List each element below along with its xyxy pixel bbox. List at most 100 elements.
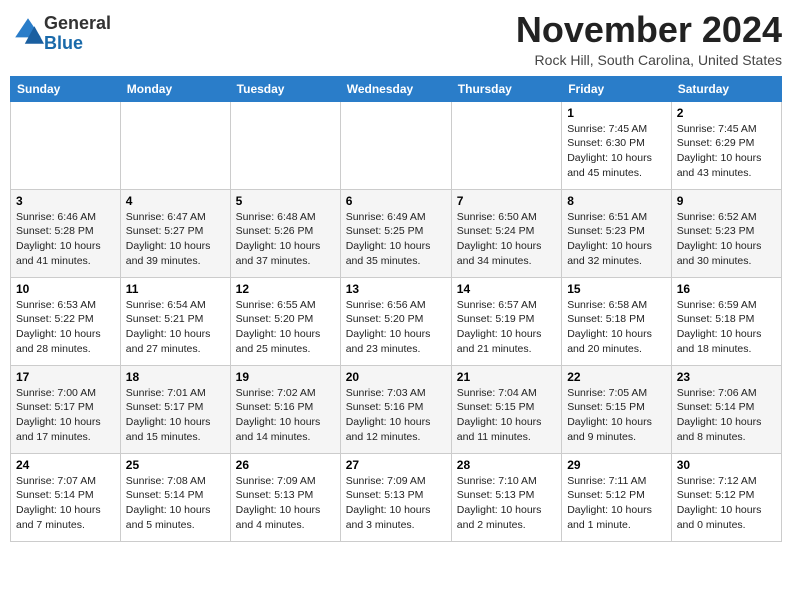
logo-general-text: General [44,13,111,33]
page-header: General Blue November 2024 Rock Hill, So… [10,10,782,68]
day-number: 24 [16,458,115,472]
day-cell-27: 27 Sunrise: 7:09 AM Sunset: 5:13 PM Dayli… [340,453,451,541]
logo: General Blue [10,14,111,54]
day-detail: Sunrise: 6:50 AM Sunset: 5:24 PM Dayligh… [457,210,556,269]
day-number: 8 [567,194,666,208]
day-cell-30: 30Sunrise: 7:12 AM Sunset: 5:12 PM Dayli… [671,453,781,541]
day-cell-1: 1Sunrise: 7:45 AM Sunset: 6:30 PM Daylig… [562,101,672,189]
day-cell-5: 5 Sunrise: 6:48 AM Sunset: 5:26 PM Daylig… [230,189,340,277]
day-number: 3 [16,194,115,208]
day-detail: Sunrise: 7:04 AM Sunset: 5:15 PM Dayligh… [457,386,556,445]
week-row-1: 3 Sunrise: 6:46 AM Sunset: 5:28 PM Daylig… [11,189,782,277]
day-number: 11 [126,282,225,296]
week-row-4: 24 Sunrise: 7:07 AM Sunset: 5:14 PM Dayli… [11,453,782,541]
day-number: 29 [567,458,666,472]
day-cell-8: 8Sunrise: 6:51 AM Sunset: 5:23 PM Daylig… [562,189,672,277]
day-number: 18 [126,370,225,384]
day-detail: Sunrise: 7:00 AM Sunset: 5:17 PM Dayligh… [16,386,115,445]
day-cell-16: 16 Sunrise: 6:59 AM Sunset: 5:18 PM Dayli… [671,277,781,365]
day-detail: Sunrise: 6:53 AM Sunset: 5:22 PM Dayligh… [16,298,115,357]
day-number: 16 [677,282,776,296]
header-tuesday: Tuesday [230,76,340,101]
logo-icon [12,15,44,47]
header-saturday: Saturday [671,76,781,101]
day-number: 4 [126,194,225,208]
day-detail: Sunrise: 7:08 AM Sunset: 5:14 PM Dayligh… [126,474,225,533]
day-number: 14 [457,282,556,296]
day-number: 21 [457,370,556,384]
day-cell-empty [451,101,561,189]
day-cell-10: 10 Sunrise: 6:53 AM Sunset: 5:22 PM Dayli… [11,277,121,365]
day-cell-21: 21 Sunrise: 7:04 AM Sunset: 5:15 PM Dayli… [451,365,561,453]
day-detail: Sunrise: 7:01 AM Sunset: 5:17 PM Dayligh… [126,386,225,445]
logo-blue-text: Blue [44,33,83,53]
day-cell-29: 29 Sunrise: 7:11 AM Sunset: 5:12 PM Dayli… [562,453,672,541]
day-detail: Sunrise: 6:57 AM Sunset: 5:19 PM Dayligh… [457,298,556,357]
day-detail: Sunrise: 7:11 AM Sunset: 5:12 PM Dayligh… [567,474,666,533]
day-detail: Sunrise: 6:47 AM Sunset: 5:27 PM Dayligh… [126,210,225,269]
day-detail: Sunrise: 6:46 AM Sunset: 5:28 PM Dayligh… [16,210,115,269]
day-number: 20 [346,370,446,384]
header-thursday: Thursday [451,76,561,101]
day-cell-empty [340,101,451,189]
day-detail: Sunrise: 7:10 AM Sunset: 5:13 PM Dayligh… [457,474,556,533]
day-number: 19 [236,370,335,384]
day-number: 25 [126,458,225,472]
header-friday: Friday [562,76,672,101]
day-detail: Sunrise: 7:45 AM Sunset: 6:29 PM Dayligh… [677,122,776,181]
day-cell-24: 24 Sunrise: 7:07 AM Sunset: 5:14 PM Dayli… [11,453,121,541]
day-detail: Sunrise: 6:58 AM Sunset: 5:18 PM Dayligh… [567,298,666,357]
day-detail: Sunrise: 7:03 AM Sunset: 5:16 PM Dayligh… [346,386,446,445]
day-number: 27 [346,458,446,472]
day-cell-14: 14 Sunrise: 6:57 AM Sunset: 5:19 PM Dayli… [451,277,561,365]
day-cell-6: 6Sunrise: 6:49 AM Sunset: 5:25 PM Daylig… [340,189,451,277]
day-detail: Sunrise: 6:59 AM Sunset: 5:18 PM Dayligh… [677,298,776,357]
day-number: 28 [457,458,556,472]
day-cell-4: 4 Sunrise: 6:47 AM Sunset: 5:27 PM Daylig… [120,189,230,277]
day-detail: Sunrise: 6:52 AM Sunset: 5:23 PM Dayligh… [677,210,776,269]
day-detail: Sunrise: 7:05 AM Sunset: 5:15 PM Dayligh… [567,386,666,445]
day-number: 7 [457,194,556,208]
day-number: 15 [567,282,666,296]
day-cell-25: 25 Sunrise: 7:08 AM Sunset: 5:14 PM Dayli… [120,453,230,541]
day-cell-3: 3 Sunrise: 6:46 AM Sunset: 5:28 PM Daylig… [11,189,121,277]
day-number: 1 [567,106,666,120]
day-number: 17 [16,370,115,384]
day-cell-empty [120,101,230,189]
day-cell-18: 18 Sunrise: 7:01 AM Sunset: 5:17 PM Dayli… [120,365,230,453]
day-cell-15: 15 Sunrise: 6:58 AM Sunset: 5:18 PM Dayli… [562,277,672,365]
day-detail: Sunrise: 7:02 AM Sunset: 5:16 PM Dayligh… [236,386,335,445]
day-cell-22: 22 Sunrise: 7:05 AM Sunset: 5:15 PM Dayli… [562,365,672,453]
day-cell-9: 9Sunrise: 6:52 AM Sunset: 5:23 PM Daylig… [671,189,781,277]
day-number: 10 [16,282,115,296]
day-cell-17: 17 Sunrise: 7:00 AM Sunset: 5:17 PM Dayli… [11,365,121,453]
week-row-0: 1Sunrise: 7:45 AM Sunset: 6:30 PM Daylig… [11,101,782,189]
month-title: November 2024 [516,10,782,50]
day-detail: Sunrise: 7:06 AM Sunset: 5:14 PM Dayligh… [677,386,776,445]
day-number: 12 [236,282,335,296]
calendar-table: SundayMondayTuesdayWednesdayThursdayFrid… [10,76,782,542]
day-number: 22 [567,370,666,384]
day-cell-empty [11,101,121,189]
week-row-2: 10 Sunrise: 6:53 AM Sunset: 5:22 PM Dayli… [11,277,782,365]
day-number: 30 [677,458,776,472]
day-cell-26: 26 Sunrise: 7:09 AM Sunset: 5:13 PM Dayli… [230,453,340,541]
day-cell-7: 7 Sunrise: 6:50 AM Sunset: 5:24 PM Daylig… [451,189,561,277]
day-number: 13 [346,282,446,296]
day-cell-20: 20 Sunrise: 7:03 AM Sunset: 5:16 PM Dayli… [340,365,451,453]
day-detail: Sunrise: 6:48 AM Sunset: 5:26 PM Dayligh… [236,210,335,269]
day-detail: Sunrise: 6:54 AM Sunset: 5:21 PM Dayligh… [126,298,225,357]
title-area: November 2024 Rock Hill, South Carolina,… [516,10,782,68]
day-detail: Sunrise: 7:09 AM Sunset: 5:13 PM Dayligh… [236,474,335,533]
calendar-header-row: SundayMondayTuesdayWednesdayThursdayFrid… [11,76,782,101]
day-number: 5 [236,194,335,208]
day-cell-2: 2 Sunrise: 7:45 AM Sunset: 6:29 PM Daylig… [671,101,781,189]
day-detail: Sunrise: 7:07 AM Sunset: 5:14 PM Dayligh… [16,474,115,533]
day-detail: Sunrise: 7:09 AM Sunset: 5:13 PM Dayligh… [346,474,446,533]
day-cell-12: 12 Sunrise: 6:55 AM Sunset: 5:20 PM Dayli… [230,277,340,365]
day-cell-empty [230,101,340,189]
day-number: 26 [236,458,335,472]
day-cell-13: 13Sunrise: 6:56 AM Sunset: 5:20 PM Dayli… [340,277,451,365]
day-detail: Sunrise: 6:55 AM Sunset: 5:20 PM Dayligh… [236,298,335,357]
day-number: 2 [677,106,776,120]
